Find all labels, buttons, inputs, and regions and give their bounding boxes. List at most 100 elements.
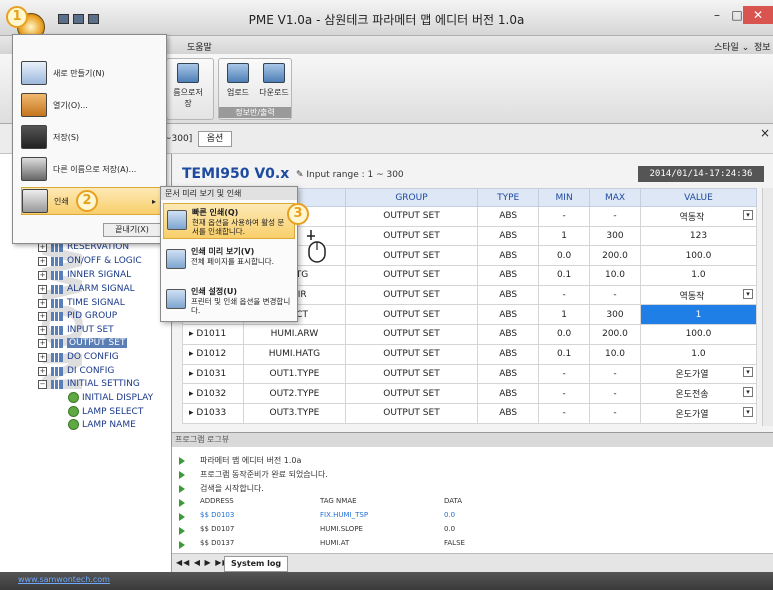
menu-item-new[interactable]: 새로 만들기(N) <box>21 59 161 87</box>
col-type: TYPE <box>477 188 540 207</box>
tree-subitem-lamp-name[interactable]: LAMP NAME <box>68 419 136 430</box>
cell-value[interactable]: 100.0 <box>639 324 758 345</box>
cell-value[interactable]: 1 <box>639 304 758 326</box>
save-as-button[interactable]: 름으로저장 <box>171 63 205 109</box>
menu-item-save[interactable]: 저장(S) <box>21 123 161 151</box>
tree-subitem-initial-display[interactable]: INITIAL DISPLAY <box>68 392 153 403</box>
col-min: MIN <box>538 188 591 207</box>
cell-min: 0.0 <box>538 324 591 345</box>
tree-item-di-config[interactable]: + DI CONFIG <box>38 366 114 376</box>
leaf-icon <box>68 406 79 417</box>
cell-max: - <box>589 363 641 385</box>
dropdown-icon[interactable]: ▾ <box>743 367 753 378</box>
cell-type: ABS <box>477 343 540 365</box>
expand-icon[interactable]: + <box>38 338 47 348</box>
expand-icon[interactable]: + <box>38 366 47 376</box>
tree-item-input-set[interactable]: + INPUT SET <box>38 325 114 335</box>
tab-system-log[interactable]: System log <box>224 556 289 572</box>
group-icon <box>51 325 63 335</box>
cell-type: ABS <box>477 324 540 345</box>
table-row[interactable]: ▸ D1033 OUT3.TYPE OUTPUT SET ABS - - 온도가열 ▾ <box>181 402 758 424</box>
cell-type: ABS <box>477 383 540 404</box>
download-button[interactable]: 다운로드 <box>257 63 291 98</box>
expand-icon[interactable]: + <box>38 311 47 321</box>
quick-print-item[interactable]: 빠른 인쇄(Q) 현재 옵션을 사용하여 활성 문서를 인쇄합니다. <box>163 203 295 239</box>
print-preview-icon <box>166 249 186 269</box>
close-button[interactable]: ✕ <box>743 6 773 24</box>
tree-item-pid-group[interactable]: + PID GROUP <box>38 311 117 321</box>
log-nav-icons[interactable]: ◀◀ ◀ ▶ ▶▶ <box>176 558 230 567</box>
group-icon <box>51 338 63 348</box>
status-url-link[interactable]: www.samwontech.com <box>18 575 110 584</box>
exit-button[interactable]: 끝내기(X) <box>103 223 161 237</box>
collapse-icon[interactable]: − <box>38 379 47 389</box>
tree-item-inner-signal[interactable]: + INNER SIGNAL <box>38 270 131 280</box>
close-panel-icon[interactable]: × <box>760 126 770 140</box>
quick-print-icon <box>167 210 187 230</box>
cell-value[interactable]: 100.0 <box>639 245 758 267</box>
cell-min: - <box>538 206 591 227</box>
cell-type: ABS <box>477 225 540 247</box>
cell-value[interactable]: 1.0 <box>639 343 758 365</box>
cell-value[interactable]: 온도전송 ▾ <box>639 383 758 404</box>
leaf-icon <box>68 419 79 430</box>
datetime-display: 2014/01/14-17:24:36 <box>638 166 764 182</box>
leaf-icon <box>68 392 79 403</box>
tree-subitem-lamp-select[interactable]: LAMP SELECT <box>68 406 143 417</box>
menu-style[interactable]: 스타일 ⌄ <box>714 40 749 53</box>
cell-min: - <box>538 402 591 424</box>
ribbon-group-file: 름으로저장 <box>166 58 214 120</box>
dropdown-icon[interactable]: ▾ <box>743 406 753 417</box>
cell-value[interactable]: 123 <box>639 225 758 247</box>
folder-open-icon <box>21 93 47 117</box>
expand-icon[interactable]: + <box>38 298 47 308</box>
cell-value[interactable]: 역동작 ▾ <box>639 206 758 227</box>
tree-item-alarm-signal[interactable]: + ALARM SIGNAL <box>38 284 135 294</box>
device-title: TEMI950 V0.x <box>182 166 290 182</box>
tree-item-time-signal[interactable]: + TIME SIGNAL <box>38 298 125 308</box>
cell-value[interactable]: 온도가열 ▾ <box>639 402 758 424</box>
table-row[interactable]: ▸ D1012 HUMI.HATG OUTPUT SET ABS 0.1 10.0 1.0 <box>181 343 758 365</box>
tree-item-onoff[interactable]: + ON/OFF & LOGIC <box>38 256 142 266</box>
tree-item-do-config[interactable]: + DO CONFIG <box>38 352 119 362</box>
log-cell-data: 0.0 <box>444 511 456 519</box>
print-setup-item[interactable]: 인쇄 설정(U) 프린터 및 인쇄 옵션을 변경합니다. <box>163 283 295 319</box>
dropdown-icon[interactable]: ▾ <box>743 387 753 398</box>
option-button[interactable]: 옵션 <box>198 131 232 147</box>
cell-group: OUTPUT SET <box>344 324 479 345</box>
print-setup-icon <box>166 289 186 309</box>
cell-value[interactable]: 1.0 <box>639 265 758 286</box>
table-scrollbar[interactable] <box>762 188 773 426</box>
log-cell-data: 0.0 <box>444 525 456 533</box>
tree-item-output-set[interactable]: + OUTPUT SET <box>38 338 128 348</box>
menu-info[interactable]: 정보 <box>754 40 771 53</box>
dropdown-icon[interactable]: ▾ <box>743 288 753 299</box>
menu-help[interactable]: 도움말 <box>187 40 212 53</box>
table-row[interactable]: ▸ D1032 OUT2.TYPE OUTPUT SET ABS - - 온도전송 ▾ <box>181 383 758 404</box>
expand-icon[interactable]: + <box>38 352 47 362</box>
table-row[interactable]: ▸ D1031 OUT1.TYPE OUTPUT SET ABS - - 온도가열 ▾ <box>181 363 758 385</box>
app-menu: 새로 만들기(N) 열기(O)... 저장(S) 다른 이름으로 저장(A)..… <box>12 34 167 244</box>
log-cell-data: FALSE <box>444 539 465 547</box>
cell-tag: OUT1.TYPE <box>243 363 346 385</box>
dropdown-icon[interactable]: ▾ <box>743 209 753 220</box>
menu-item-open[interactable]: 열기(O)... <box>21 91 161 119</box>
cell-value[interactable]: 온도가열 ▾ <box>639 363 758 385</box>
cell-group: OUTPUT SET <box>344 363 479 385</box>
table-row[interactable]: ▸ D1011 HUMI.ARW OUTPUT SET ABS 0.0 200.0 100.… <box>181 324 758 345</box>
expand-icon[interactable]: + <box>38 325 47 335</box>
new-document-icon <box>21 61 47 85</box>
cell-value[interactable]: 역동작 ▾ <box>639 284 758 306</box>
tree-item-initial-setting[interactable]: − INITIAL SETTING <box>38 379 140 389</box>
expand-icon[interactable]: + <box>38 284 47 294</box>
cell-max: 300 <box>589 304 641 326</box>
upload-button[interactable]: 업로드 <box>221 63 255 98</box>
expand-icon[interactable]: + <box>38 256 47 266</box>
cell-group: OUTPUT SET <box>344 245 479 267</box>
expand-icon[interactable]: + <box>38 270 47 280</box>
menu-item-save-as[interactable]: 다른 이름으로 저장(A)... <box>21 155 161 183</box>
minimize-button[interactable]: – <box>706 6 728 24</box>
print-preview-item[interactable]: 인쇄 미리 보기(V) 전체 페이지를 표시합니다. <box>163 243 295 279</box>
window-title: PME V1.0a - 삼원테크 파라메터 맵 에디터 버전 1.0a <box>248 13 525 27</box>
status-bar: www.samwontech.com <box>0 572 773 590</box>
